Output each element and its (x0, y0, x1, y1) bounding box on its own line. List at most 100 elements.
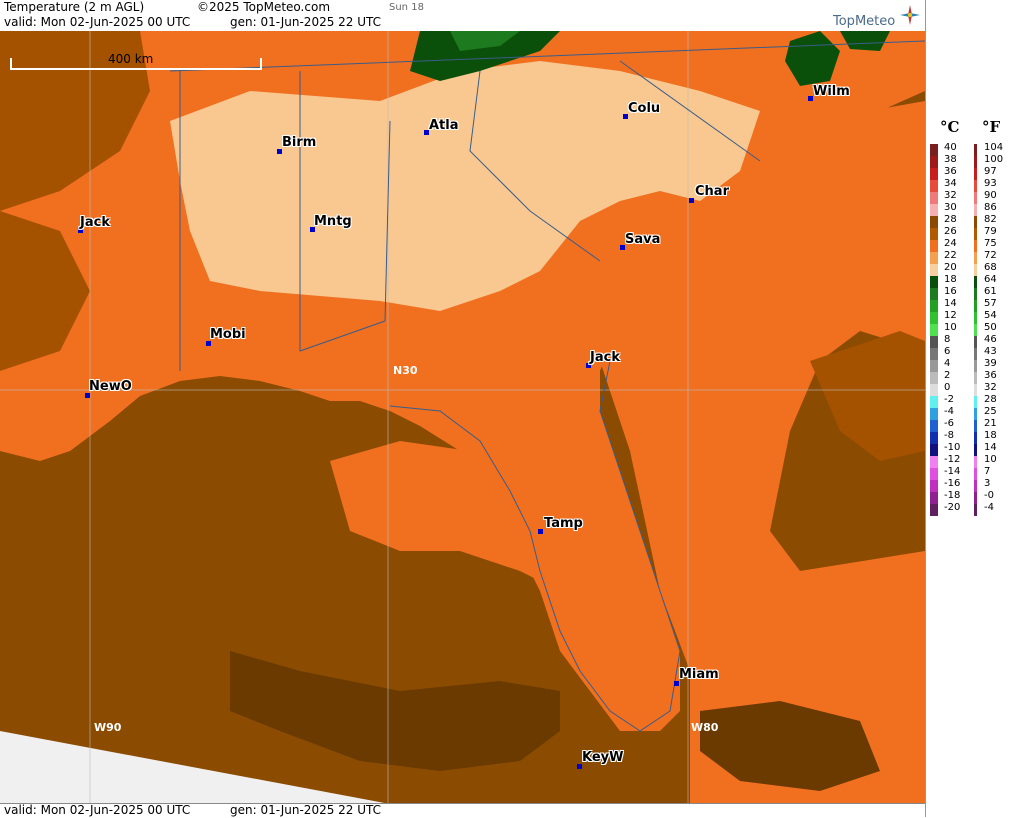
legend-swatch (974, 180, 977, 192)
legend-fahrenheit-value: 28 (984, 394, 997, 405)
city-label-colu[interactable]: Colu (628, 101, 660, 116)
legend-celsius-value: -6 (944, 418, 954, 429)
legend-celsius-value: -20 (944, 502, 961, 513)
legend-swatch (930, 216, 938, 228)
legend-fahrenheit-value: 68 (984, 262, 997, 273)
legend-swatch (974, 288, 977, 300)
city-label-jack-fl[interactable]: Jack (590, 350, 620, 365)
legend-celsius-value: 6 (944, 346, 951, 357)
legend-fahrenheit-value: -4 (984, 502, 994, 513)
city-label-newo[interactable]: NewO (89, 379, 132, 394)
legend-swatch (974, 300, 977, 312)
legend-swatch (974, 252, 977, 264)
legend-celsius-value: 38 (944, 154, 957, 165)
run-label: Sun 18 (389, 2, 424, 13)
legend-celsius-value: -10 (944, 442, 961, 453)
legend-celsius-value: -2 (944, 394, 954, 405)
legend-celsius-value: -8 (944, 430, 954, 441)
legend-swatch (930, 384, 938, 396)
brand-name: TopMeteo (833, 14, 896, 29)
legend-swatch (974, 492, 977, 504)
legend-celsius-value: 14 (944, 298, 957, 309)
legend-fahrenheit-value: -0 (984, 490, 994, 501)
footer-valid-time: valid: Mon 02-Jun-2025 00 UTC (4, 803, 191, 817)
legend-swatch (930, 504, 938, 516)
city-label-keyw[interactable]: KeyW (582, 750, 623, 765)
legend-swatch (930, 456, 938, 468)
city-label-wilm[interactable]: Wilm (813, 84, 850, 99)
legend-celsius-value: 30 (944, 202, 957, 213)
legend-swatch (974, 444, 977, 456)
legend-celsius-value: 28 (944, 214, 957, 225)
valid-time: valid: Mon 02-Jun-2025 00 UTC (4, 15, 191, 29)
grid-label-n30: N30 (393, 364, 418, 377)
legend-celsius-value: -12 (944, 454, 961, 465)
city-label-tamp[interactable]: Tamp (544, 516, 583, 531)
legend-swatch (974, 336, 977, 348)
legend-celsius-value: 20 (944, 262, 957, 273)
temperature-map[interactable]: 400 km N30 W90 W80 Birm Atla Colu Wilm J… (0, 31, 925, 804)
legend-fahrenheit-value: 97 (984, 166, 997, 177)
legend-celsius-value: -14 (944, 466, 961, 477)
legend-swatch (930, 492, 938, 504)
legend-celsius-value: 8 (944, 334, 951, 345)
legend-swatch (930, 264, 938, 276)
legend-swatch (974, 312, 977, 324)
legend-celsius-value: 2 (944, 370, 951, 381)
city-label-mntg[interactable]: Mntg (314, 214, 352, 229)
legend-fahrenheit-value: 79 (984, 226, 997, 237)
city-label-atla[interactable]: Atla (429, 118, 459, 133)
city-label-sava[interactable]: Sava (625, 232, 660, 247)
legend-swatch (930, 480, 938, 492)
legend-fahrenheit-value: 72 (984, 250, 997, 261)
legend-fahrenheit-value: 7 (984, 466, 991, 477)
city-label-char[interactable]: Char (695, 184, 729, 199)
brand-logo: TopMeteo (833, 14, 895, 29)
legend-celsius-value: 16 (944, 286, 957, 297)
city-marker (538, 529, 543, 534)
legend-swatch (930, 444, 938, 456)
city-label-miam[interactable]: Miam (679, 667, 719, 682)
legend-celsius-value: 36 (944, 166, 957, 177)
legend-swatch (974, 156, 977, 168)
legend-fahrenheit-value: 14 (984, 442, 997, 453)
legend-swatch (930, 468, 938, 480)
legend-swatch (974, 372, 977, 384)
legend-swatch (930, 168, 938, 180)
legend-swatch (974, 360, 977, 372)
legend-celsius-value: 26 (944, 226, 957, 237)
legend-swatch (974, 384, 977, 396)
legend-swatch (930, 396, 938, 408)
legend-celsius-value: -4 (944, 406, 954, 417)
legend-fahrenheit-value: 36 (984, 370, 997, 381)
legend-fahrenheit-value: 54 (984, 310, 997, 321)
city-label-birm[interactable]: Birm (282, 135, 316, 150)
legend-swatch (930, 180, 938, 192)
legend-celsius-value: 4 (944, 358, 951, 369)
city-label-mobi[interactable]: Mobi (210, 327, 246, 342)
legend-swatch (974, 168, 977, 180)
legend-celsius-value: 22 (944, 250, 957, 261)
legend-celsius-value: 10 (944, 322, 957, 333)
legend-swatch (930, 204, 938, 216)
legend-fahrenheit-value: 93 (984, 178, 997, 189)
city-label-jack-ms[interactable]: Jack (80, 215, 110, 230)
legend-swatch (974, 480, 977, 492)
legend-fahrenheit-value: 46 (984, 334, 997, 345)
legend-fahrenheit-value: 100 (984, 154, 1004, 165)
legend-swatch (974, 204, 977, 216)
legend-swatch (974, 504, 977, 516)
legend-swatch (974, 264, 977, 276)
footer-bar: valid: Mon 02-Jun-2025 00 UTC gen: 01-Ju… (0, 803, 925, 818)
legend-swatch (930, 408, 938, 420)
legend-fahrenheit-value: 39 (984, 358, 997, 369)
legend-swatch (930, 420, 938, 432)
grid-label-w90: W90 (94, 721, 122, 734)
legend-swatch (930, 432, 938, 444)
legend-fahrenheit-value: 104 (984, 142, 1004, 153)
legend-swatch (930, 240, 938, 252)
legend-fahrenheit-value: 21 (984, 418, 997, 429)
legend-fahrenheit-value: 61 (984, 286, 997, 297)
legend-swatch (974, 216, 977, 228)
legend-swatch (974, 228, 977, 240)
